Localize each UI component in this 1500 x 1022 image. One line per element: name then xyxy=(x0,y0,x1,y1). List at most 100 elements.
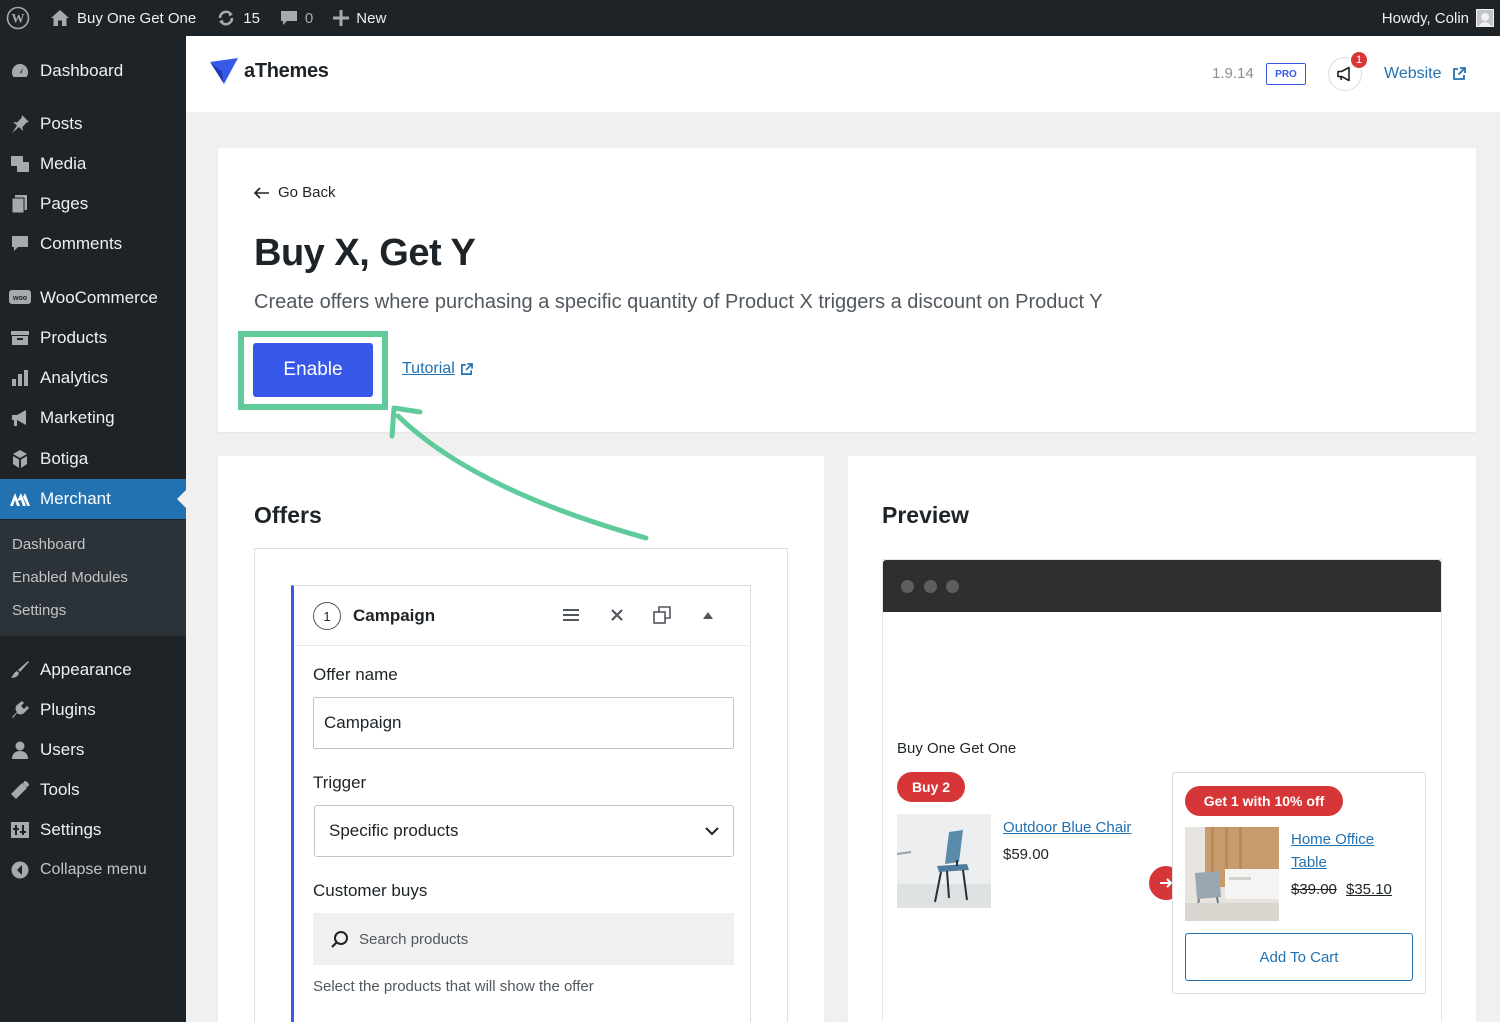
updates-count: 15 xyxy=(243,9,260,27)
module-description: Create offers where purchasing a specifi… xyxy=(254,291,1103,313)
athemes-logo[interactable]: aThemes xyxy=(210,58,329,84)
svg-text:W: W xyxy=(12,11,25,26)
collapse-menu-button[interactable]: Collapse menu xyxy=(0,850,186,890)
campaign-header[interactable]: 1 Campaign xyxy=(294,586,751,646)
plugin-header: aThemes 1.9.14 PRO 1 Website xyxy=(186,36,1500,112)
botiga-icon xyxy=(0,449,40,469)
sidebar-item-appearance[interactable]: Appearance xyxy=(0,650,186,690)
sidebar-item-label: Users xyxy=(40,740,85,759)
sidebar-item-botiga[interactable]: Botiga xyxy=(0,439,186,479)
sidebar-item-label: Tools xyxy=(40,780,80,799)
search-icon xyxy=(331,931,348,948)
annotation-arrow-icon xyxy=(389,405,649,541)
updates-icon xyxy=(216,8,236,28)
website-link[interactable]: Website xyxy=(1384,65,1466,83)
sidebar-item-label: Plugins xyxy=(40,700,96,719)
sidebar-item-analytics[interactable]: Analytics xyxy=(0,358,186,398)
sidebar-item-tools[interactable]: Tools xyxy=(0,770,186,810)
sidebar-item-label: Dashboard xyxy=(40,61,124,80)
product-y-image[interactable] xyxy=(1185,827,1279,921)
add-to-cart-button[interactable]: Add To Cart xyxy=(1185,933,1413,981)
wp-logo-menu[interactable]: W xyxy=(0,0,40,36)
sidebar-item-label: Comments xyxy=(40,234,123,253)
svg-text:woo: woo xyxy=(12,295,27,302)
brand-name: aThemes xyxy=(244,59,329,82)
offer-product-card: Get 1 with 10% off Home Office Table $39 xyxy=(1172,772,1426,994)
sidebar-item-label: Posts xyxy=(40,114,83,133)
campaign-number: 1 xyxy=(313,602,341,630)
sidebar-item-products[interactable]: Products xyxy=(0,318,186,358)
preview-title: Preview xyxy=(882,502,969,528)
admin-bar: W Buy One Get One 15 0 New Howdy, Colin xyxy=(0,0,1500,36)
external-link-icon xyxy=(460,362,473,375)
collapse-icon xyxy=(0,860,40,880)
remove-icon[interactable] xyxy=(607,605,627,625)
home-icon xyxy=(50,9,70,27)
bogo-heading: Buy One Get One xyxy=(897,740,1017,757)
sidebar-item-dashboard[interactable]: Dashboard xyxy=(0,51,186,91)
new-content-menu[interactable]: New xyxy=(323,0,396,36)
duplicate-icon[interactable] xyxy=(652,605,672,625)
product-x-image[interactable] xyxy=(897,814,991,908)
preview-browser-frame: Buy One Get One Buy 2 Outdoor Blue Chair… xyxy=(882,559,1442,1022)
site-name: Buy One Get One xyxy=(77,9,197,27)
sidebar-item-label: Settings xyxy=(40,820,102,839)
sidebar-item-posts[interactable]: Posts xyxy=(0,104,186,144)
avatar xyxy=(1476,9,1494,27)
archive-icon xyxy=(0,328,40,348)
trigger-label: Trigger xyxy=(313,773,367,792)
product-search-input[interactable]: Search products xyxy=(313,913,734,965)
sidebar-item-label: Analytics xyxy=(40,368,109,387)
pin-icon xyxy=(0,114,40,134)
go-back-link[interactable]: Go Back xyxy=(254,184,336,201)
comment-icon xyxy=(280,9,298,27)
wrench-icon xyxy=(0,780,40,800)
sidebar-item-woocommerce[interactable]: woo WooCommerce xyxy=(0,278,186,318)
campaign-title: Campaign xyxy=(353,606,436,625)
product-y-link-line2[interactable]: Table xyxy=(1291,851,1327,874)
pages-icon xyxy=(0,194,40,214)
go-back-label: Go Back xyxy=(278,184,336,201)
sidebar-item-comments[interactable]: Comments xyxy=(0,224,186,264)
dashboard-icon xyxy=(0,61,40,81)
offer-name-input[interactable]: Campaign xyxy=(313,697,734,749)
window-dot xyxy=(901,580,914,593)
submenu-item-dashboard[interactable]: Dashboard xyxy=(12,536,85,553)
page-title: Buy X, Get Y xyxy=(254,232,476,274)
plugin-version: 1.9.14 xyxy=(1212,65,1254,82)
sidebar-item-users[interactable]: Users xyxy=(0,730,186,770)
submenu-item-enabled-modules[interactable]: Enabled Modules xyxy=(12,569,128,586)
product-y-link-line1[interactable]: Home Office xyxy=(1291,828,1374,851)
tutorial-link[interactable]: Tutorial xyxy=(402,360,473,378)
tutorial-label: Tutorial xyxy=(402,360,455,377)
sidebar-item-marketing[interactable]: Marketing xyxy=(0,398,186,438)
enable-button[interactable]: Enable xyxy=(253,343,373,397)
site-name-menu[interactable]: Buy One Get One xyxy=(40,0,206,36)
sidebar-item-settings[interactable]: Settings xyxy=(0,810,186,850)
comments-menu[interactable]: 0 xyxy=(270,0,323,36)
product-x-link[interactable]: Outdoor Blue Chair xyxy=(1003,816,1131,839)
brush-icon xyxy=(0,660,40,680)
browser-toolbar xyxy=(883,560,1441,612)
updates-menu[interactable]: 15 xyxy=(206,0,270,36)
sidebar-item-merchant[interactable]: Merchant xyxy=(0,479,186,519)
athemes-logo-icon xyxy=(210,58,238,84)
my-account-menu[interactable]: Howdy, Colin xyxy=(1372,0,1500,36)
sidebar-item-label: WooCommerce xyxy=(40,288,158,307)
sidebar-item-pages[interactable]: Pages xyxy=(0,184,186,224)
drag-handle-icon[interactable] xyxy=(561,605,581,625)
sidebar-item-label: Media xyxy=(40,154,87,173)
sidebar-item-media[interactable]: Media xyxy=(0,144,186,184)
trigger-select[interactable]: Specific products xyxy=(314,805,734,857)
campaign-panel: 1 Campaign Offer name Campaign Trigger S… xyxy=(291,585,751,1022)
offers-title: Offers xyxy=(254,502,322,528)
sidebar-item-plugins[interactable]: Plugins xyxy=(0,690,186,730)
howdy-text: Howdy, Colin xyxy=(1381,9,1469,27)
merchant-icon xyxy=(0,491,40,507)
submenu-item-settings[interactable]: Settings xyxy=(12,602,66,619)
chevron-down-icon xyxy=(705,826,719,835)
plus-icon xyxy=(333,10,350,26)
collapse-up-icon[interactable] xyxy=(698,605,718,625)
trigger-selected-value: Specific products xyxy=(329,821,459,840)
buy-badge: Buy 2 xyxy=(897,772,965,802)
